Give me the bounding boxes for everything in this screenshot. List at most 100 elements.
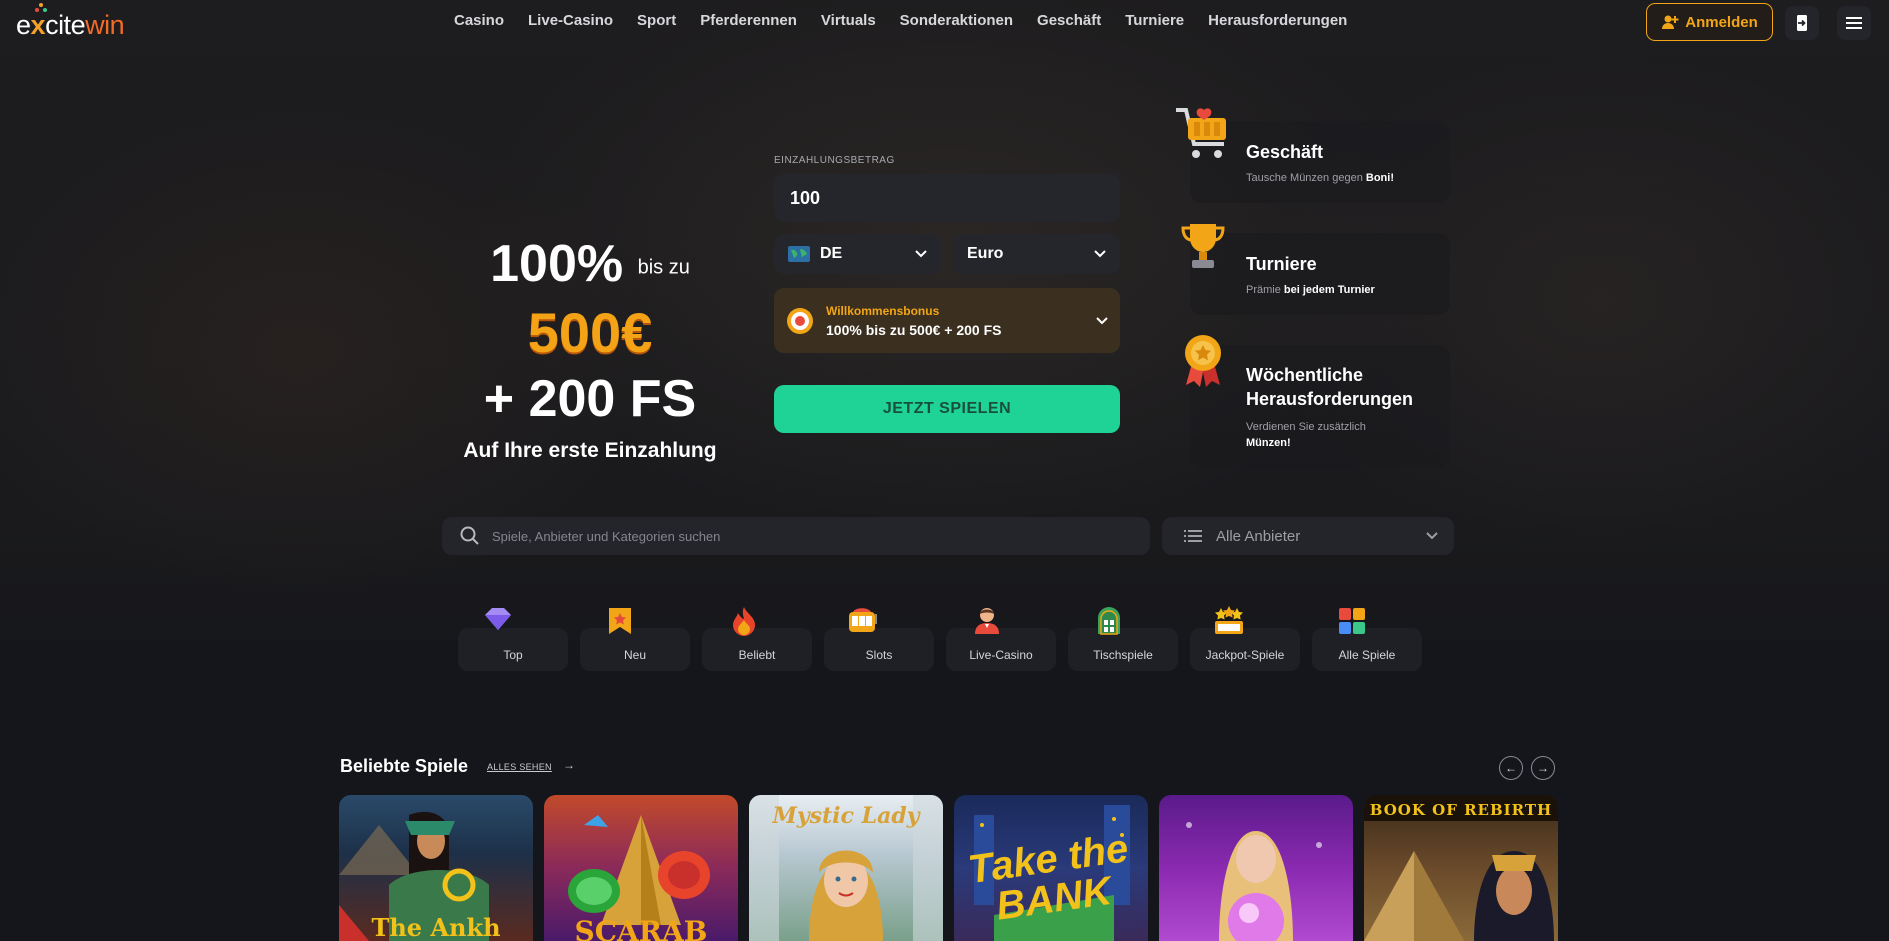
game-title: The Ankh bbox=[371, 913, 501, 941]
promo-shop-sub-text: Tausche Münzen gegen bbox=[1246, 172, 1366, 184]
popular-games-row: The Ankh SCARAB Mystic Lady Take the BAN… bbox=[339, 795, 1558, 941]
game-card[interactable]: The Ankh bbox=[339, 795, 533, 941]
nav-casino[interactable]: Casino bbox=[454, 12, 504, 29]
bonus-title: Willkommensbonus bbox=[826, 303, 940, 318]
enter-button[interactable] bbox=[1785, 6, 1819, 40]
promo-challenges-sub-bold: Münzen! bbox=[1246, 437, 1291, 449]
user-plus-icon bbox=[1662, 15, 1679, 29]
category-label: Alle Spiele bbox=[1338, 648, 1396, 662]
fire-icon bbox=[733, 607, 755, 636]
game-card[interactable] bbox=[1159, 795, 1353, 941]
chevron-down-icon bbox=[1096, 316, 1108, 324]
game-card[interactable]: Take the BANK bbox=[954, 795, 1148, 941]
slot-machine-icon bbox=[849, 608, 877, 632]
currency-value: Euro bbox=[967, 245, 1004, 262]
game-art bbox=[1186, 822, 1322, 941]
hero-amount: 500€ bbox=[527, 301, 653, 365]
deposit-form: EINZAHLUNGSBETRAG 100 DE Euro Willkommen… bbox=[774, 155, 1120, 433]
top-header: excitewin Casino Live-Casino Sport Pferd… bbox=[0, 0, 1889, 44]
dealer-icon bbox=[975, 608, 999, 634]
world-flag-icon bbox=[788, 246, 810, 262]
category-all-games[interactable]: Alle Spiele bbox=[1312, 606, 1422, 671]
popular-games-title: Beliebte Spiele bbox=[340, 756, 469, 776]
country-select[interactable]: DE bbox=[774, 234, 941, 274]
category-bar: Top Neu Beliebt Slots Live-Casino Tischs… bbox=[458, 606, 1422, 671]
play-now-button[interactable]: JETZT SPIELEN bbox=[774, 385, 1120, 433]
category-table-games[interactable]: Tischspiele bbox=[1068, 606, 1178, 671]
bonus-text: Willkommensbonus 100% bis zu 500€ + 200 … bbox=[826, 304, 1096, 338]
category-top[interactable]: Top bbox=[458, 606, 568, 671]
promo-tournaments[interactable]: Turniere Prämie bei jedem Turnier bbox=[1190, 233, 1450, 315]
category-live-casino[interactable]: Live-Casino bbox=[946, 606, 1056, 671]
category-label: Jackpot-Spiele bbox=[1205, 648, 1285, 662]
category-new[interactable]: Neu bbox=[580, 606, 690, 671]
category-label: Top bbox=[503, 648, 523, 662]
promo-tournaments-title: Turniere bbox=[1246, 254, 1317, 274]
nav-turniere[interactable]: Turniere bbox=[1125, 12, 1184, 29]
nav-geschaeft[interactable]: Geschäft bbox=[1037, 12, 1101, 29]
category-popular[interactable]: Beliebt bbox=[702, 606, 812, 671]
category-slots[interactable]: Slots bbox=[824, 606, 934, 671]
game-search-input[interactable]: Spiele, Anbieter und Kategorien suchen bbox=[442, 517, 1150, 555]
game-title: BOOK OF REBIRTH bbox=[1369, 801, 1553, 819]
new-badge-icon bbox=[609, 608, 631, 634]
promo-challenges-title-1: Wöchentliche bbox=[1246, 365, 1364, 385]
currency-select[interactable]: Euro bbox=[953, 234, 1120, 274]
promo-tournaments-sub-text: Prämie bbox=[1246, 284, 1284, 296]
list-icon bbox=[1184, 530, 1202, 542]
carousel-next-button[interactable]: → bbox=[1531, 756, 1555, 780]
login-label: Anmelden bbox=[1685, 13, 1758, 31]
menu-button[interactable] bbox=[1837, 6, 1871, 40]
grid-icon bbox=[1339, 608, 1365, 634]
search-placeholder: Spiele, Anbieter und Kategorien suchen bbox=[492, 528, 721, 544]
nav-pferderennen[interactable]: Pferderennen bbox=[700, 12, 797, 29]
nav-live-casino[interactable]: Live-Casino bbox=[528, 12, 613, 29]
amount-input[interactable]: 100 bbox=[774, 174, 1120, 222]
arrow-right-icon[interactable]: → bbox=[563, 758, 575, 772]
login-button[interactable]: Anmelden bbox=[1646, 3, 1773, 41]
medal-icon bbox=[1185, 335, 1221, 387]
shopping-cart-icon bbox=[1176, 108, 1226, 158]
hero-subtitle: Auf Ihre erste Einzahlung bbox=[463, 439, 717, 463]
nav-herausforderungen[interactable]: Herausforderungen bbox=[1208, 12, 1347, 29]
jackpot-icon bbox=[1215, 606, 1243, 634]
nav-sonderaktionen[interactable]: Sonderaktionen bbox=[900, 12, 1013, 29]
bonus-selector[interactable]: Willkommensbonus 100% bis zu 500€ + 200 … bbox=[774, 288, 1120, 353]
chevron-down-icon bbox=[1094, 250, 1106, 258]
hero-up-to: bis zu bbox=[637, 256, 690, 279]
nav-virtuals[interactable]: Virtuals bbox=[821, 12, 876, 29]
see-all-link[interactable]: ALLES SEHEN bbox=[487, 762, 552, 772]
category-label: Tischspiele bbox=[1093, 648, 1153, 662]
category-label: Slots bbox=[865, 648, 893, 662]
promo-challenges-title-2: Herausforderungen bbox=[1246, 389, 1414, 409]
hamburger-icon bbox=[1846, 17, 1862, 29]
trophy-icon bbox=[1181, 224, 1225, 268]
diamond-icon bbox=[485, 608, 511, 630]
provider-select[interactable]: Alle Anbieter bbox=[1162, 517, 1454, 555]
category-label: Live-Casino bbox=[969, 648, 1033, 662]
bonus-description: 100% bis zu 500€ + 200 FS bbox=[826, 321, 1002, 338]
promo-shop-sub-bold: Boni! bbox=[1365, 172, 1394, 184]
logo-part-x: x bbox=[30, 10, 46, 40]
logo[interactable]: excitewin bbox=[16, 10, 125, 41]
game-card[interactable]: BOOK OF REBIRTH bbox=[1364, 795, 1558, 941]
promo-shop-sub: Tausche Münzen gegen Boni! bbox=[1246, 170, 1394, 186]
hero-percent: 100% bbox=[490, 235, 624, 293]
nav-sport[interactable]: Sport bbox=[637, 12, 676, 29]
category-jackpot[interactable]: Jackpot-Spiele bbox=[1190, 606, 1300, 671]
main-nav: Casino Live-Casino Sport Pferderennen Vi… bbox=[454, 12, 1371, 29]
promo-challenges[interactable]: Wöchentliche Herausforderungen Verdienen… bbox=[1190, 345, 1450, 467]
game-title: SCARAB bbox=[574, 915, 708, 941]
game-card[interactable]: SCARAB bbox=[544, 795, 738, 941]
deposit-label: EINZAHLUNGSBETRAG bbox=[774, 155, 895, 166]
country-value-wrap: DE bbox=[788, 245, 842, 263]
logo-part-win: win bbox=[85, 10, 125, 40]
carousel-prev-button[interactable]: ← bbox=[1499, 756, 1523, 780]
promo-challenges-sub-text: Verdienen Sie zusätzlich bbox=[1246, 421, 1366, 433]
hero-free-spins: + 200 FS bbox=[483, 370, 697, 429]
search-icon bbox=[460, 526, 479, 545]
category-label: Neu bbox=[623, 648, 646, 662]
promo-tournaments-sub-bold: bei jedem Turnier bbox=[1283, 284, 1375, 296]
logo-part-cite: cite bbox=[45, 10, 86, 40]
game-card[interactable]: Mystic Lady bbox=[749, 795, 943, 941]
